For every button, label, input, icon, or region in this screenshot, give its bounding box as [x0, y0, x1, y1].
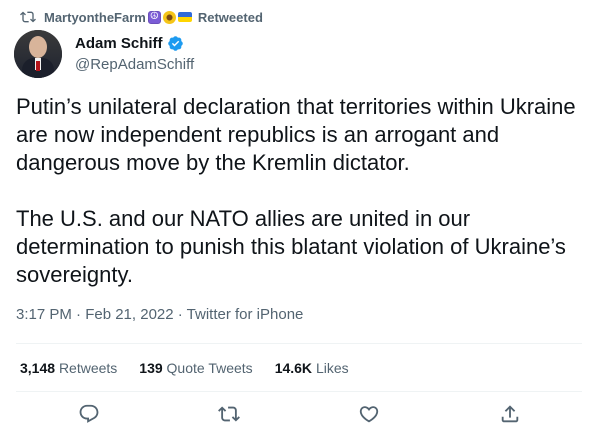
- reply-icon: [79, 404, 99, 423]
- tweet-paragraph: The U.S. and our NATO allies are united …: [16, 206, 566, 287]
- likes-label: Likes: [315, 360, 349, 376]
- quotes-label: Quote Tweets: [166, 360, 253, 376]
- likes-stat[interactable]: 14.6K Likes: [275, 360, 349, 376]
- retweeter-name[interactable]: MartyontheFarm: [44, 10, 146, 25]
- ukraine-flag-emoji-icon: [177, 12, 192, 22]
- likes-count: 14.6K: [274, 360, 313, 376]
- tweet-header: Adam Schiff @RepAdamSchiff: [14, 30, 194, 78]
- retweet-small-icon: [20, 11, 36, 23]
- tweet-stats: 3,148 Retweets 139 Quote Tweets 14.6K Li…: [20, 360, 371, 376]
- reply-button[interactable]: [78, 403, 100, 425]
- peace-emoji-icon: [147, 10, 161, 24]
- retweeted-label: Retweeted: [197, 9, 263, 25]
- retweets-count: 3,148: [20, 360, 56, 376]
- retweet-button[interactable]: [218, 403, 240, 425]
- share-button[interactable]: [499, 403, 521, 425]
- author-display-name[interactable]: Adam Schiff: [75, 35, 163, 52]
- retweets-stat[interactable]: 3,148 Retweets: [20, 360, 117, 376]
- retweet-icon: [218, 406, 240, 422]
- avatar[interactable]: [14, 30, 62, 78]
- verified-badge-icon: [167, 36, 183, 51]
- share-icon: [501, 405, 519, 423]
- like-icon: [359, 406, 379, 423]
- like-button[interactable]: [358, 403, 380, 425]
- divider: [16, 391, 582, 392]
- tweet-paragraph: Putin’s unilateral declaration that terr…: [16, 94, 576, 175]
- divider: [16, 343, 582, 344]
- author-handle[interactable]: @RepAdamSchiff: [75, 56, 194, 73]
- sunflower-emoji-icon: [162, 10, 176, 24]
- tweet-timestamp[interactable]: 3:17 PM · Feb 21, 2022 · Twitter for iPh…: [16, 306, 303, 323]
- action-bar: [0, 403, 598, 431]
- retweet-context: MartyontheFarm Retweeted: [20, 8, 263, 26]
- quote-tweets-stat[interactable]: 139 Quote Tweets: [139, 360, 252, 376]
- retweets-label: Retweets: [58, 360, 118, 376]
- tweet-text: Putin’s unilateral declaration that terr…: [16, 93, 581, 289]
- quotes-count: 139: [139, 360, 163, 376]
